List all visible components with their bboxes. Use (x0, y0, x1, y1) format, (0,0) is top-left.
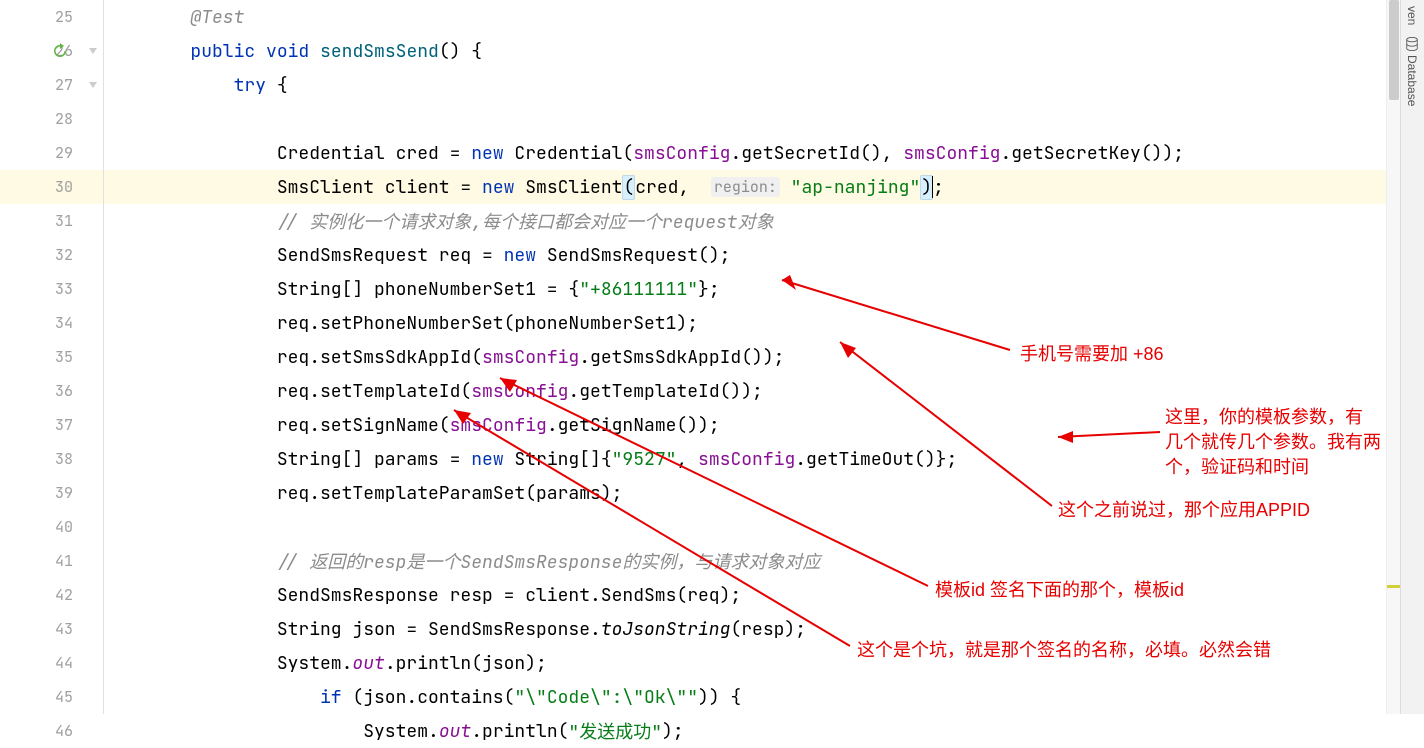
line-number: 27 (0, 68, 103, 102)
code-line[interactable]: System.out.println("发送成功"); (104, 714, 1424, 748)
line-number: 26 (0, 34, 103, 68)
code-line[interactable]: SendSmsResponse resp = client.SendSms(re… (104, 578, 1424, 612)
code-line[interactable]: req.setSmsSdkAppId(smsConfig.getSmsSdkAp… (104, 340, 1424, 374)
line-number: 44 (0, 646, 103, 680)
code-line[interactable]: if (json.contains("\"Code\":\"Ok\"")) { (104, 680, 1424, 714)
annotation-appid: 这个之前说过，那个应用APPID (1058, 498, 1310, 523)
database-icon (1405, 37, 1419, 51)
line-number: 34 (0, 306, 103, 340)
scroll-thumb[interactable] (1389, 0, 1399, 100)
line-number: 36 (0, 374, 103, 408)
line-number: 31 (0, 204, 103, 238)
code-line[interactable]: // 返回的resp是一个SendSmsResponse的实例，与请求对象对应 (104, 544, 1424, 578)
code-editor[interactable]: @Test public void sendSmsSend() { try { … (104, 0, 1424, 714)
line-number: 46 (0, 714, 103, 748)
right-tool-tabs: ven Database (1400, 0, 1424, 714)
code-line[interactable]: String[] phoneNumberSet1 = {"+86111111"}… (104, 272, 1424, 306)
line-number: 39 (0, 476, 103, 510)
line-number: 38 (0, 442, 103, 476)
line-number: 43 (0, 612, 103, 646)
code-line[interactable]: SendSmsRequest req = new SendSmsRequest(… (104, 238, 1424, 272)
code-line[interactable]: // 实例化一个请求对象,每个接口都会对应一个request对象 (104, 204, 1424, 238)
fold-icon[interactable] (89, 48, 97, 56)
scrollbar[interactable] (1386, 0, 1400, 714)
code-line[interactable] (104, 102, 1424, 136)
fold-icon[interactable] (89, 82, 97, 90)
annotation-signname: 这个是个坑，就是那个签名的名称，必填。必然会错 (857, 638, 1271, 663)
line-number: 28 (0, 102, 103, 136)
line-number: 29 (0, 136, 103, 170)
line-number: 40 (0, 510, 103, 544)
annotation-params: 这里，你的模板参数，有 几个就传几个参数。我有两 个，验证码和时间 (1165, 405, 1381, 481)
code-line[interactable]: req.setTemplateId(smsConfig.getTemplateI… (104, 374, 1424, 408)
code-line[interactable]: public void sendSmsSend() { (104, 34, 1424, 68)
line-number: 33 (0, 272, 103, 306)
annotation-phone: 手机号需要加 +86 (1020, 342, 1164, 367)
line-number: 42 (0, 578, 103, 612)
code-line[interactable]: try { (104, 68, 1424, 102)
line-number: 41 (0, 544, 103, 578)
maven-tab[interactable]: ven (1401, 0, 1423, 31)
code-line[interactable]: Credential cred = new Credential(smsConf… (104, 136, 1424, 170)
run-test-icon[interactable] (52, 43, 68, 59)
annotation-templateid: 模板id 签名下面的那个，模板id (935, 578, 1184, 603)
database-tab[interactable]: Database (1401, 31, 1423, 112)
line-number: 35 (0, 340, 103, 374)
line-number: 25 (0, 0, 103, 34)
code-line[interactable]: SmsClient client = new SmsClient(cred, r… (104, 170, 1424, 204)
code-line[interactable]: @Test (104, 0, 1424, 34)
line-number: 30 (0, 170, 103, 204)
line-number-gutter[interactable]: 2526272829303132333435363738394041424344… (0, 0, 104, 714)
line-number: 45 (0, 680, 103, 714)
code-line[interactable]: req.setPhoneNumberSet(phoneNumberSet1); (104, 306, 1424, 340)
line-number: 32 (0, 238, 103, 272)
line-number: 37 (0, 408, 103, 442)
